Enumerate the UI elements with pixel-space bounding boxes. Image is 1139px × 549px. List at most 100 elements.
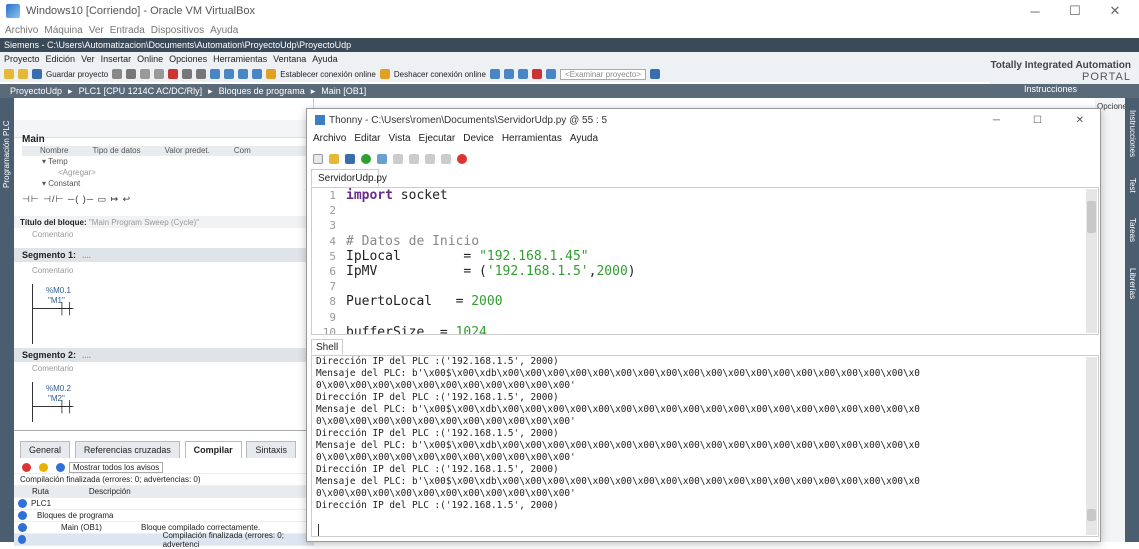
code-editor[interactable]: 1 import socket 2 3 4 # Datos de Inicio 5 IpLoc…: [311, 187, 1099, 335]
compile-icon[interactable]: [210, 69, 221, 79]
minimize-icon[interactable]: ─: [1015, 0, 1055, 22]
segment-2-comment[interactable]: Comentario: [32, 364, 73, 373]
result-row-blocks[interactable]: Bloques de programa: [14, 510, 314, 522]
cross-reference-icon[interactable]: [503, 69, 514, 79]
thonny-maximize-icon[interactable]: ☐: [1033, 115, 1042, 126]
accessible-devices-icon[interactable]: [489, 69, 500, 79]
code-line[interactable]: 6 IpMV = ('192.168.1.5',2000): [312, 264, 1098, 279]
iface-row-constant[interactable]: ▾ Constant: [22, 179, 312, 189]
code-line[interactable]: 7: [312, 279, 1098, 294]
info-filter-icon[interactable]: [56, 463, 65, 472]
tia-menu-proyecto[interactable]: Proyecto: [4, 54, 40, 64]
split-editor-icon[interactable]: [517, 69, 528, 79]
upload-icon[interactable]: [238, 69, 249, 79]
breadcrumb-project[interactable]: ProyectoUdp: [10, 86, 62, 96]
breadcrumb-main[interactable]: Main [OB1]: [321, 86, 366, 96]
tia-menu-ayuda[interactable]: Ayuda: [312, 54, 337, 64]
error-filter-icon[interactable]: [22, 463, 31, 472]
code-line[interactable]: 8 PuertoLocal = 2000: [312, 294, 1098, 309]
breadcrumb-blocks[interactable]: Bloques de programa: [219, 86, 305, 96]
cut-icon[interactable]: [126, 69, 137, 79]
maximize-icon[interactable]: ☐: [1055, 0, 1095, 22]
code-line[interactable]: 5 IpLocal = "192.168.1.45": [312, 249, 1098, 264]
step-over-icon[interactable]: [393, 154, 403, 164]
step-out-icon[interactable]: [425, 154, 435, 164]
thonny-close-icon[interactable]: ✕: [1076, 115, 1084, 126]
shell-tab[interactable]: Shell: [311, 339, 343, 355]
go-online-button[interactable]: Establecer conexión online: [280, 70, 376, 79]
tia-menu-edicion[interactable]: Edición: [46, 54, 76, 64]
save-icon[interactable]: [32, 69, 42, 79]
editor-scrollbar-thumb[interactable]: [1087, 201, 1096, 233]
redo-icon[interactable]: [196, 69, 207, 79]
block-comment[interactable]: Comentario: [32, 230, 73, 239]
warning-filter-icon[interactable]: [39, 463, 48, 472]
tia-menu-insertar[interactable]: Insertar: [101, 54, 132, 64]
no-contact-icon[interactable]: ┤├: [58, 303, 74, 315]
contact-1-address[interactable]: %M0.1: [46, 286, 71, 295]
run-icon[interactable]: [361, 154, 371, 164]
delete-icon[interactable]: [168, 69, 179, 79]
thonny-menu-archivo[interactable]: Archivo: [313, 133, 346, 149]
task-tab-libraries[interactable]: Librerías: [1128, 268, 1137, 299]
code-line[interactable]: 10 bufferSize = 1024: [312, 325, 1098, 334]
resume-icon[interactable]: [441, 154, 451, 164]
save-file-icon[interactable]: [345, 154, 355, 164]
thonny-menu-editar[interactable]: Editar: [354, 133, 380, 149]
task-tab-instructions[interactable]: Instrucciones: [1128, 110, 1137, 157]
vbox-menu-maquina[interactable]: Máquina: [44, 25, 82, 36]
thonny-menu-vista[interactable]: Vista: [388, 133, 410, 149]
stop-icon[interactable]: [531, 69, 542, 79]
new-file-icon[interactable]: [313, 154, 323, 164]
tia-menu-ver[interactable]: Ver: [81, 54, 95, 64]
result-row-plc[interactable]: PLC1: [14, 498, 314, 510]
stop-icon[interactable]: [457, 154, 467, 164]
download-icon[interactable]: [224, 69, 235, 79]
contact-2-address[interactable]: %M0.2: [46, 384, 71, 393]
code-line[interactable]: 9: [312, 310, 1098, 325]
go-online-icon[interactable]: [266, 69, 277, 79]
thonny-menu-device[interactable]: Device: [463, 133, 494, 149]
step-into-icon[interactable]: [409, 154, 419, 164]
close-icon[interactable]: ✕: [1095, 0, 1135, 22]
tab-cross-references[interactable]: Referencias cruzadas: [74, 441, 180, 458]
segment-1-header[interactable]: Segmento 1: ....: [14, 248, 314, 262]
vbox-menu-archivo[interactable]: Archivo: [5, 25, 38, 36]
search-project-input[interactable]: <Examinar proyecto>: [559, 68, 646, 80]
print-icon[interactable]: [112, 69, 123, 79]
thonny-menu-ayuda[interactable]: Ayuda: [570, 133, 598, 149]
open-project-icon[interactable]: [18, 69, 28, 79]
open-file-icon[interactable]: [329, 154, 339, 164]
simulate-icon[interactable]: [252, 69, 263, 79]
debug-icon[interactable]: [377, 154, 387, 164]
go-offline-icon[interactable]: [379, 69, 390, 79]
vbox-menu-dispositivos[interactable]: Dispositivos: [151, 25, 204, 36]
shell-output[interactable]: Dirección IP del PLC :('192.168.1.5', 20…: [311, 355, 1099, 537]
copy-icon[interactable]: [140, 69, 151, 79]
go-offline-button[interactable]: Deshacer conexión online: [394, 70, 486, 79]
tab-syntax[interactable]: Sintaxis: [246, 441, 296, 458]
tab-compile[interactable]: Compilar: [184, 441, 242, 458]
breadcrumb-plc[interactable]: PLC1 [CPU 1214C AC/DC/Rly]: [79, 86, 203, 96]
no-contact-icon[interactable]: ┤├: [58, 401, 74, 413]
search-icon[interactable]: [650, 69, 660, 79]
iface-row-add[interactable]: <Agregar>: [22, 168, 312, 178]
task-tab-test[interactable]: Test: [1128, 178, 1137, 193]
plc-programming-sidebar[interactable]: Programación PLC: [0, 98, 14, 542]
code-line[interactable]: 2: [312, 203, 1098, 218]
tia-menu-opciones[interactable]: Opciones: [169, 54, 207, 64]
tia-menu-ventana[interactable]: Ventana: [273, 54, 306, 64]
code-line[interactable]: 3: [312, 218, 1098, 233]
show-all-messages-select[interactable]: Mostrar todos los avisos: [69, 462, 164, 473]
result-row-final[interactable]: Compilación finalizada (errores: 0; adve…: [14, 531, 314, 549]
thonny-minimize-icon[interactable]: ─: [993, 115, 1000, 126]
save-project-button[interactable]: Guardar proyecto: [46, 70, 108, 79]
vbox-menu-ver[interactable]: Ver: [89, 25, 104, 36]
paste-icon[interactable]: [154, 69, 165, 79]
code-line[interactable]: 1 import socket: [312, 188, 1098, 203]
segment-2-header[interactable]: Segmento 2: ....: [14, 348, 314, 362]
tia-menu-herramientas[interactable]: Herramientas: [213, 54, 267, 64]
code-line[interactable]: 4 # Datos de Inicio: [312, 234, 1098, 249]
iface-row-temp[interactable]: ▾ Temp: [22, 157, 312, 167]
thonny-menu-herramientas[interactable]: Herramientas: [502, 133, 562, 149]
